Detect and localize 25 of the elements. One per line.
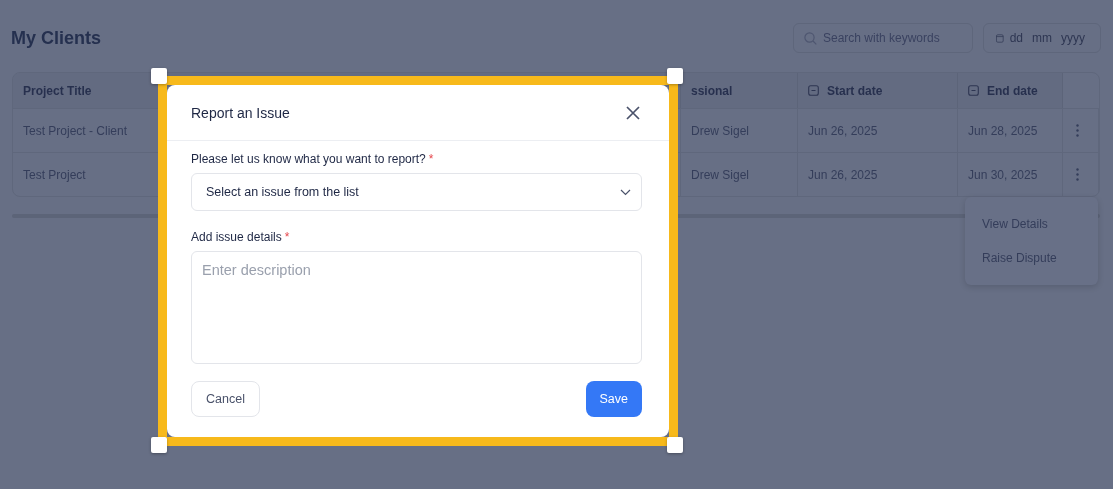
required-mark: *	[284, 230, 290, 244]
description-field[interactable]: Enter description	[191, 251, 642, 364]
resize-handle[interactable]	[151, 68, 167, 84]
required-mark: *	[428, 152, 434, 166]
resize-handle[interactable]	[667, 68, 683, 84]
close-icon	[625, 104, 641, 121]
chevron-down-icon	[620, 188, 631, 196]
resize-handle[interactable]	[151, 437, 167, 453]
close-button[interactable]	[625, 104, 641, 121]
column-header: End date	[958, 73, 1063, 108]
search-icon	[804, 31, 817, 45]
field-label: Add issue details	[191, 230, 282, 244]
field-label: Please let us know what you want to report?	[191, 152, 426, 166]
issue-dropdown[interactable]: Select an issue from the list	[191, 173, 642, 211]
date-field[interactable]: dd mm yyyy	[983, 23, 1101, 53]
more-options-icon[interactable]	[1076, 124, 1079, 137]
resize-handle[interactable]	[667, 437, 683, 453]
save-button[interactable]: Save	[585, 381, 642, 417]
page-title: My Clients	[11, 27, 103, 49]
dialog-title: Report an Issue	[191, 104, 290, 121]
column-header: Start date	[798, 73, 958, 108]
cancel-button[interactable]: Cancel	[191, 381, 260, 417]
more-options-icon[interactable]	[1076, 168, 1079, 181]
column-header: ssional	[681, 73, 798, 108]
column-header: Project Title	[13, 73, 161, 108]
